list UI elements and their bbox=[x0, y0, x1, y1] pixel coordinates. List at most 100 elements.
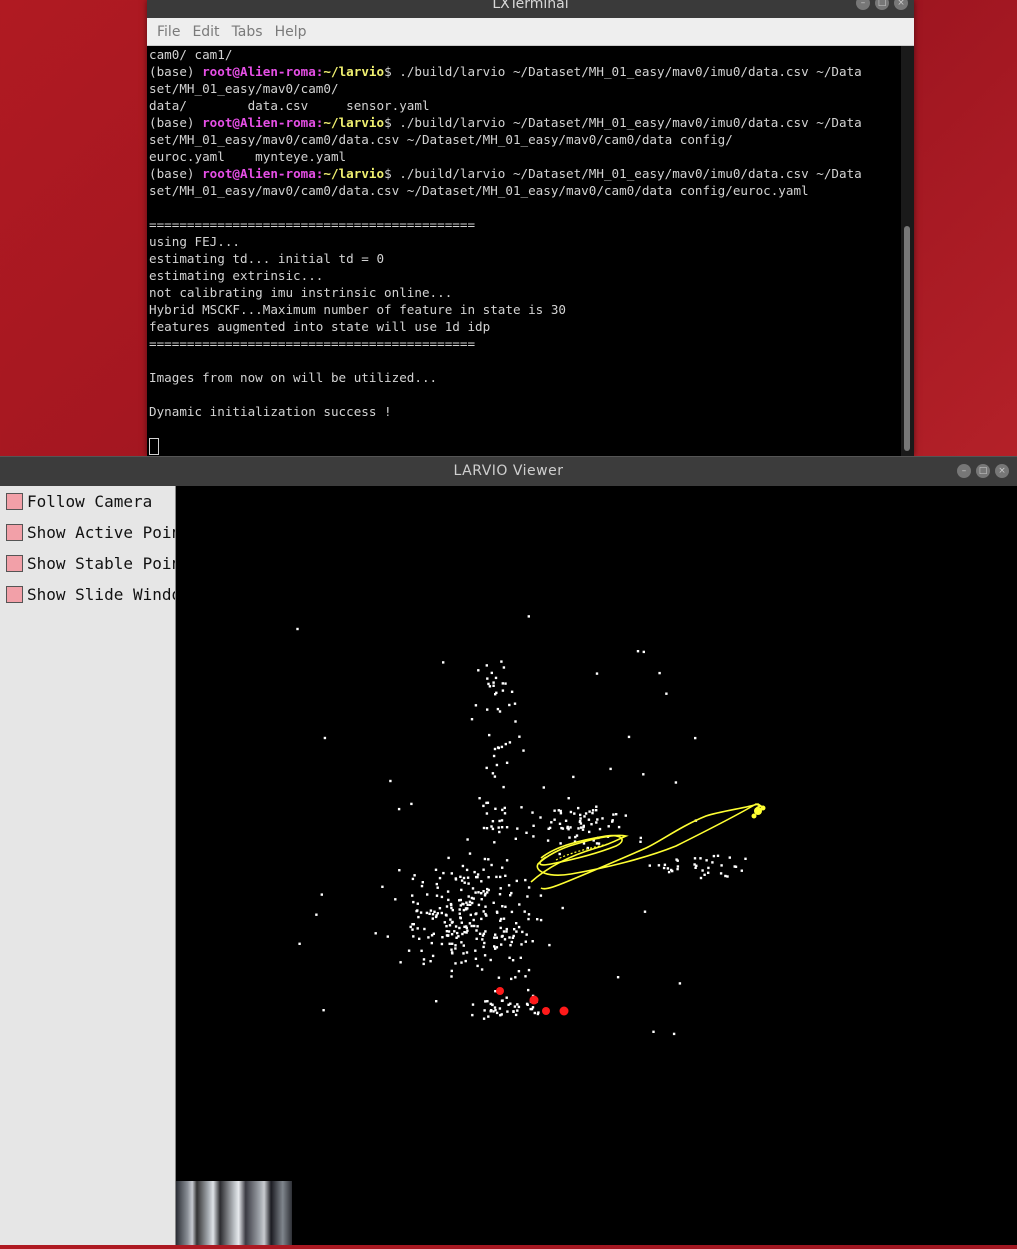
map-point bbox=[425, 911, 429, 915]
menu-file[interactable]: File bbox=[151, 24, 186, 40]
map-point bbox=[711, 861, 714, 864]
map-point bbox=[584, 812, 588, 815]
map-point bbox=[442, 661, 445, 664]
checkbox[interactable] bbox=[6, 586, 23, 603]
map-point bbox=[434, 868, 438, 871]
map-point bbox=[480, 880, 483, 883]
close-icon[interactable]: × bbox=[894, 0, 908, 10]
prompt-path: ~/larvio bbox=[323, 166, 385, 181]
map-point bbox=[478, 797, 481, 800]
map-point bbox=[421, 881, 424, 884]
maximize-icon[interactable]: □ bbox=[875, 0, 889, 10]
3d-view-canvas[interactable] bbox=[176, 486, 1017, 1245]
map-point bbox=[430, 941, 433, 945]
map-point bbox=[501, 905, 504, 908]
map-point bbox=[449, 918, 452, 921]
map-point bbox=[485, 827, 489, 830]
map-point bbox=[422, 958, 426, 961]
map-point bbox=[470, 896, 474, 900]
menu-tabs[interactable]: Tabs bbox=[226, 24, 269, 40]
camera-pose-marker bbox=[542, 1007, 550, 1015]
map-point bbox=[483, 954, 487, 957]
map-point bbox=[522, 749, 525, 752]
map-point bbox=[577, 806, 580, 810]
map-point bbox=[486, 677, 489, 680]
map-point bbox=[487, 888, 490, 892]
map-point bbox=[701, 869, 704, 872]
map-point bbox=[495, 936, 498, 939]
prompt-user: root@Alien-roma: bbox=[202, 166, 324, 181]
map-point bbox=[699, 876, 703, 880]
map-point bbox=[442, 871, 445, 875]
terminal-line: set/MH_01_easy/mav0/cam0/data.csv ~/Data… bbox=[149, 132, 733, 147]
map-point bbox=[497, 826, 500, 829]
maximize-icon[interactable]: □ bbox=[976, 464, 990, 478]
map-point bbox=[484, 1000, 487, 1003]
map-point bbox=[426, 893, 429, 896]
map-point bbox=[513, 928, 516, 931]
terminal-output[interactable]: cam0/ cam1/ (base) root@Alien-roma:~/larv… bbox=[147, 46, 903, 456]
map-point bbox=[428, 912, 431, 915]
map-point bbox=[515, 922, 518, 925]
map-point bbox=[463, 881, 466, 884]
viewer-titlebar[interactable]: LARVIO Viewer – □ × bbox=[0, 456, 1017, 487]
terminal-titlebar[interactable]: LXTerminal – □ × bbox=[147, 0, 914, 18]
map-point bbox=[399, 961, 402, 964]
toggle-show-stable-points[interactable]: Show Stable Points bbox=[0, 548, 175, 579]
map-point bbox=[568, 836, 571, 839]
map-point bbox=[518, 903, 521, 906]
map-point bbox=[471, 901, 474, 905]
close-icon[interactable]: × bbox=[995, 464, 1009, 478]
map-point bbox=[491, 1003, 494, 1007]
map-point bbox=[481, 934, 485, 937]
map-point bbox=[588, 830, 591, 834]
checkbox[interactable] bbox=[6, 555, 23, 572]
menu-help[interactable]: Help bbox=[269, 24, 313, 40]
minimize-icon[interactable]: – bbox=[856, 0, 870, 10]
map-point bbox=[595, 809, 598, 812]
map-point bbox=[394, 898, 397, 901]
map-point bbox=[583, 815, 586, 818]
map-point bbox=[444, 913, 448, 916]
map-point bbox=[553, 809, 556, 812]
terminal-scrollbar-thumb[interactable] bbox=[904, 226, 910, 451]
map-point bbox=[532, 824, 535, 827]
map-point bbox=[580, 826, 583, 829]
terminal-line: (base) root@Alien-roma:~/larvio$ ./build… bbox=[149, 115, 862, 130]
checkbox[interactable] bbox=[6, 524, 23, 541]
map-point bbox=[460, 879, 464, 882]
terminal-line: estimating td... initial td = 0 bbox=[149, 251, 385, 266]
toggle-follow-camera[interactable]: Follow Camera bbox=[0, 486, 175, 517]
menu-edit[interactable]: Edit bbox=[186, 24, 225, 40]
map-point bbox=[450, 872, 453, 875]
map-point bbox=[482, 826, 486, 830]
terminal-scrollbar[interactable] bbox=[901, 46, 914, 456]
map-point bbox=[445, 905, 449, 908]
map-point bbox=[512, 934, 515, 938]
map-point bbox=[508, 936, 511, 939]
point-cloud-scene[interactable] bbox=[176, 486, 1017, 1245]
minimize-icon[interactable]: – bbox=[957, 464, 971, 478]
toggle-show-slide-window[interactable]: Show Slide Window bbox=[0, 579, 175, 610]
map-point bbox=[502, 666, 506, 669]
map-point bbox=[639, 840, 642, 843]
map-point bbox=[501, 866, 504, 869]
map-point bbox=[482, 868, 485, 871]
map-point bbox=[465, 926, 468, 930]
map-point bbox=[501, 689, 505, 692]
map-point bbox=[450, 969, 453, 973]
map-point bbox=[590, 823, 593, 826]
map-point bbox=[642, 773, 645, 776]
map-point bbox=[527, 917, 530, 921]
map-point bbox=[498, 1007, 502, 1010]
map-point bbox=[386, 935, 389, 938]
map-point bbox=[497, 976, 501, 979]
checkbox[interactable] bbox=[6, 493, 23, 510]
map-point bbox=[559, 842, 562, 845]
toggle-show-active-points[interactable]: Show Active Points bbox=[0, 517, 175, 548]
map-point bbox=[495, 763, 499, 767]
map-point bbox=[559, 812, 563, 815]
map-point bbox=[733, 865, 736, 868]
map-point bbox=[491, 827, 495, 831]
map-point bbox=[558, 822, 562, 825]
